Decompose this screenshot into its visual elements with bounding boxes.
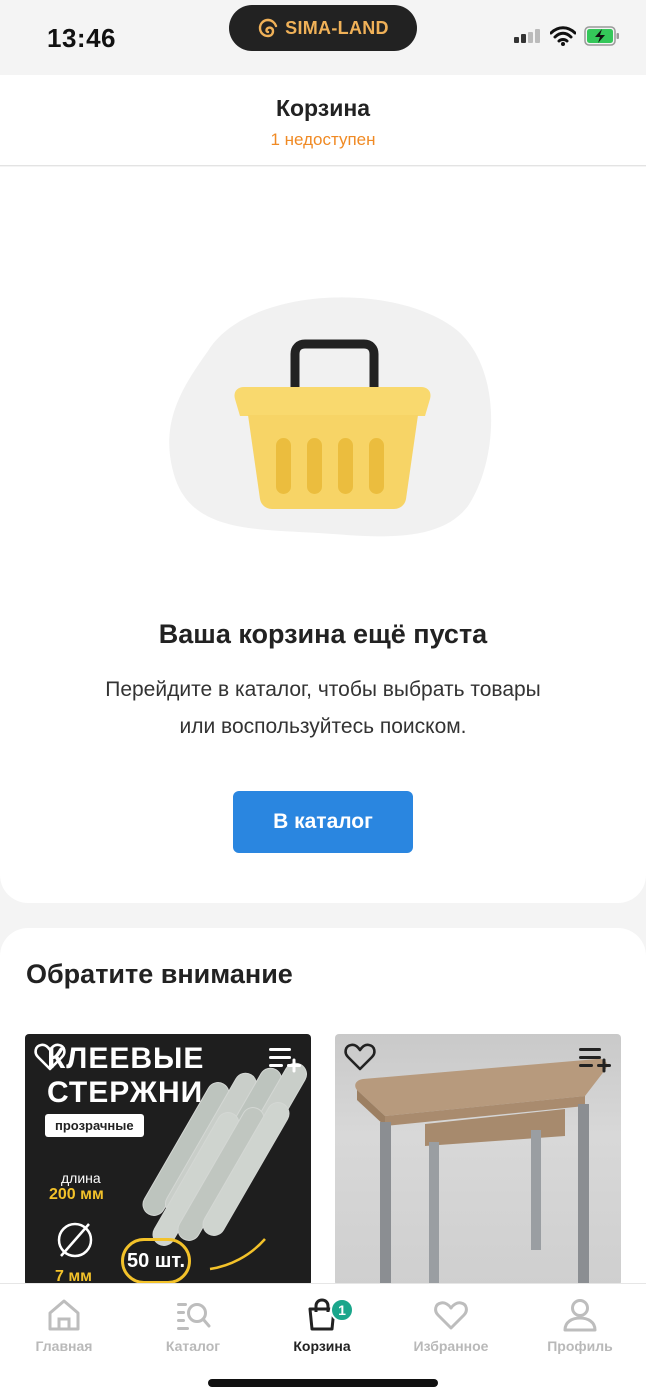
go-to-catalog-button[interactable]: В каталог: [233, 791, 413, 853]
status-bar: 13:46 SIMA-LAND: [0, 0, 646, 75]
empty-cart-card: Ваша корзина ещё пуста Перейдите в катал…: [0, 167, 646, 903]
island-brand-text: SIMA-LAND: [285, 17, 389, 38]
product-card[interactable]: [335, 1034, 621, 1286]
empty-cart-description-line: или воспользуйтесь поиском.: [179, 715, 467, 738]
wifi-icon: [550, 26, 576, 46]
add-to-list-icon[interactable]: [267, 1044, 303, 1074]
product-card[interactable]: КЛЕЕВЫЕ СТЕРЖНИ прозрачные длина 200 мм …: [25, 1034, 311, 1286]
tab-label: Профиль: [547, 1338, 613, 1354]
tab-label: Главная: [35, 1338, 93, 1354]
cart-count-badge: 1: [330, 1298, 354, 1322]
catalog-search-icon: [177, 1303, 211, 1330]
empty-basket-illustration: [169, 297, 492, 537]
product-image-heading: КЛЕЕВЫЕ: [47, 1042, 205, 1075]
tab-favorites[interactable]: Избранное: [391, 1298, 511, 1354]
favorite-heart-icon[interactable]: [343, 1040, 377, 1074]
dynamic-island: SIMA-LAND: [229, 5, 417, 51]
tab-catalog[interactable]: Каталог: [133, 1298, 253, 1354]
product-image-heading: СТЕРЖНИ: [47, 1076, 204, 1109]
product-length-value: 200 мм: [49, 1186, 104, 1203]
home-indicator[interactable]: [208, 1379, 438, 1387]
sima-land-logo-icon: [258, 18, 278, 38]
tab-label: Каталог: [165, 1338, 221, 1354]
status-icons: [514, 26, 620, 46]
home-icon: [48, 1299, 80, 1331]
person-icon: [563, 1299, 597, 1332]
tab-profile[interactable]: Профиль: [520, 1298, 640, 1354]
cart-header: Корзина 1 недоступен: [0, 75, 646, 166]
heart-icon: [434, 1301, 468, 1330]
page-title: Корзина: [275, 95, 371, 121]
recommendations-title: Обратите внимание: [26, 959, 293, 989]
battery-charging-icon: [584, 26, 619, 46]
favorite-heart-icon[interactable]: [33, 1040, 67, 1074]
unavailable-count-link[interactable]: 1 недоступен: [0, 130, 646, 150]
empty-cart-description: Перейдите в каталог, чтобы выбрать товар…: [40, 671, 606, 745]
empty-cart-description-line: Перейдите в каталог, чтобы выбрать товар…: [105, 678, 541, 701]
product-count-badge: 50 шт.: [121, 1238, 191, 1284]
tab-label: Корзина: [293, 1338, 351, 1354]
empty-cart-title: Ваша корзина ещё пуста: [158, 619, 488, 649]
cellular-signal-icon: [514, 29, 540, 43]
tab-label: Избранное: [413, 1338, 489, 1354]
tab-home[interactable]: Главная: [4, 1298, 124, 1354]
product-length-label: длина: [61, 1170, 101, 1186]
add-to-list-icon[interactable]: [577, 1044, 613, 1074]
status-time: 13:46: [47, 23, 116, 53]
product-image-tag: прозрачные: [45, 1114, 144, 1137]
tab-cart[interactable]: 1 Корзина: [262, 1298, 382, 1354]
